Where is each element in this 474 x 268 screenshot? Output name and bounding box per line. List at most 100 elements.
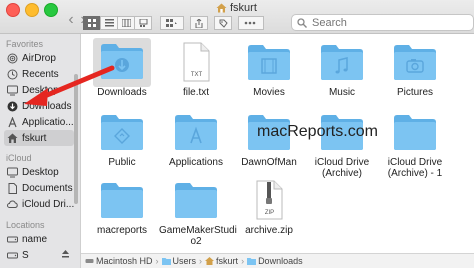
- path-item-macintosh-hd[interactable]: Macintosh HD: [85, 256, 153, 266]
- path-item-users[interactable]: Users: [161, 256, 196, 266]
- sidebar-scrollbar[interactable]: [74, 74, 78, 204]
- public-folder-icon: [101, 115, 143, 150]
- document-icon: [7, 182, 18, 194]
- airdrop-icon: [7, 53, 18, 64]
- sidebar-item-location-name[interactable]: name: [4, 231, 74, 247]
- folder-icon: [101, 183, 143, 218]
- file-item-music[interactable]: Music: [305, 39, 379, 98]
- more-options-icon: [244, 21, 256, 25]
- file-item-archive-zip[interactable]: ZIP archive.zip: [232, 177, 306, 236]
- sidebar-item-documents[interactable]: Documents: [4, 180, 74, 196]
- share-icon: [195, 18, 203, 28]
- search-icon: [297, 17, 307, 28]
- file-item-file-txt[interactable]: TXT file.txt: [159, 39, 233, 98]
- applications-folder-icon: [175, 115, 217, 150]
- path-separator-icon: ›: [241, 256, 245, 266]
- file-label: iCloud Drive (Archive) - 1: [387, 157, 443, 179]
- file-item-gamemakerstudio2[interactable]: GameMakerStudi o2: [159, 177, 237, 247]
- sidebar-item-label: Desktop: [22, 166, 59, 178]
- file-label: Downloads: [97, 87, 147, 98]
- downloads-icon: [7, 101, 18, 112]
- sidebar-item-icloud-drive[interactable]: iCloud Dri...: [4, 196, 74, 212]
- tags-button[interactable]: [214, 16, 232, 30]
- close-button[interactable]: [6, 3, 20, 17]
- zoom-button[interactable]: [44, 3, 58, 17]
- eject-icon[interactable]: [61, 249, 70, 261]
- folder-icon: [247, 258, 257, 265]
- sidebar-item-label: name: [22, 233, 48, 245]
- gallery-view-button[interactable]: [134, 16, 152, 30]
- file-grid: Downloads TXT file.txt Movies Music Pict…: [81, 34, 474, 253]
- toolbar: ‹ › f: [0, 0, 474, 34]
- folder-icon: [394, 115, 436, 150]
- file-item-icloud-archive[interactable]: iCloud Drive (Archive): [305, 109, 379, 179]
- gallery-icon: [139, 19, 147, 27]
- downloads-folder-icon: [101, 43, 143, 79]
- sidebar-item-label: iCloud Dri...: [22, 198, 74, 210]
- sidebar-item-airdrop[interactable]: AirDrop: [4, 50, 74, 66]
- file-label: Pictures: [396, 87, 434, 98]
- share-button[interactable]: [190, 16, 208, 30]
- sidebar-heading-locations: Locations: [6, 220, 45, 230]
- file-badge: TXT: [191, 72, 203, 78]
- path-separator-icon: ›: [155, 256, 159, 266]
- view-switcher: [83, 16, 152, 30]
- minimize-button[interactable]: [25, 3, 39, 17]
- file-item-applications[interactable]: Applications: [159, 109, 233, 168]
- search-input[interactable]: [310, 15, 464, 30]
- file-label: archive.zip: [245, 225, 293, 236]
- file-label: Movies: [253, 87, 285, 98]
- file-item-movies[interactable]: Movies: [232, 39, 306, 98]
- path-item-fskurt[interactable]: fskurt: [205, 256, 238, 266]
- music-folder-icon: [321, 45, 363, 80]
- sidebar-item-label: Desktop: [22, 84, 59, 96]
- file-label: file.txt: [182, 87, 210, 98]
- window-title: fskurt: [216, 2, 257, 14]
- grid-icon: [87, 18, 96, 27]
- file-label: DawnOfMan: [241, 157, 297, 168]
- zip-file-icon: ZIP: [256, 180, 283, 220]
- file-label: iCloud Drive (Archive): [314, 157, 370, 179]
- columns-icon: [121, 19, 131, 27]
- file-item-downloads[interactable]: Downloads: [85, 37, 159, 98]
- file-label: Music: [328, 87, 356, 98]
- group-button[interactable]: [160, 16, 184, 30]
- sidebar-item-desktop[interactable]: Desktop: [4, 82, 74, 98]
- sidebar-item-location-s[interactable]: S: [4, 247, 74, 263]
- list-view-button[interactable]: [100, 16, 118, 30]
- finder-window: ‹ › f: [0, 0, 474, 268]
- disk-icon: [7, 250, 18, 261]
- sidebar-item-fskurt[interactable]: fskurt: [4, 130, 74, 146]
- sidebar-item-applications[interactable]: Applicatio...: [4, 114, 74, 130]
- sidebar: Favorites AirDrop Recents Desktop Downlo…: [0, 34, 81, 268]
- sidebar-item-label: fskurt: [22, 132, 47, 144]
- action-button[interactable]: [238, 16, 264, 30]
- file-item-public[interactable]: Public: [85, 109, 159, 168]
- sidebar-item-label: Documents: [22, 182, 73, 194]
- sidebar-item-label: Applicatio...: [22, 116, 74, 128]
- folder-icon: [161, 258, 171, 265]
- sidebar-item-label: AirDrop: [22, 52, 56, 64]
- path-item-downloads[interactable]: Downloads: [247, 256, 303, 266]
- file-item-pictures[interactable]: Pictures: [378, 39, 452, 98]
- sidebar-item-downloads[interactable]: Downloads: [4, 98, 74, 114]
- applications-icon: [7, 116, 18, 128]
- sidebar-item-label: S: [22, 249, 29, 261]
- file-badge: ZIP: [265, 210, 274, 216]
- path-label: fskurt: [216, 256, 239, 266]
- icon-view-button[interactable]: [83, 16, 101, 30]
- search-field[interactable]: [291, 14, 474, 31]
- sidebar-item-recents[interactable]: Recents: [4, 66, 74, 82]
- home-icon: [216, 3, 227, 13]
- file-label: Public: [108, 157, 136, 168]
- sidebar-item-icloud-desktop[interactable]: Desktop: [4, 164, 74, 180]
- file-item-icloud-archive-1[interactable]: iCloud Drive (Archive) - 1: [378, 109, 452, 179]
- desktop-icon: [7, 167, 18, 178]
- disk-icon: [85, 259, 94, 263]
- path-label: Downloads: [258, 256, 303, 266]
- movies-folder-icon: [248, 45, 290, 80]
- sidebar-heading-icloud: iCloud: [6, 153, 32, 163]
- file-item-macreports[interactable]: macreports: [85, 177, 159, 236]
- column-view-button[interactable]: [117, 16, 135, 30]
- file-label: Applications: [169, 157, 223, 168]
